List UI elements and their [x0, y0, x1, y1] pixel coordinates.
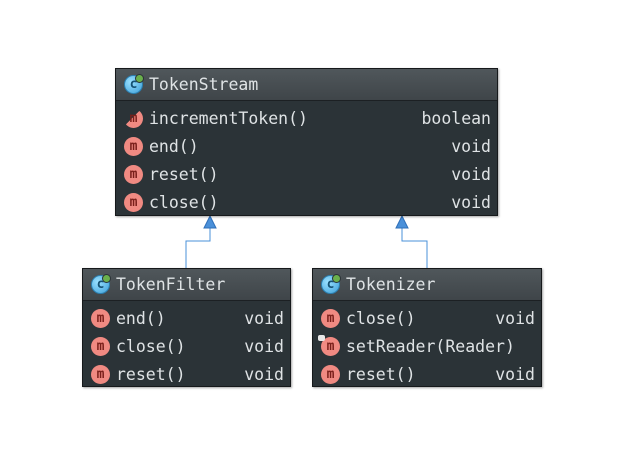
class-title: TokenFilter [116, 275, 226, 294]
method-row[interactable]: m setReader(Reader) [313, 332, 541, 360]
class-header[interactable]: c TokenStream [116, 69, 497, 101]
class-header[interactable]: c TokenFilter [83, 269, 290, 301]
return-type: void [495, 308, 535, 328]
method-row[interactable]: m reset() void [116, 160, 497, 188]
return-type: void [451, 136, 491, 156]
inheritance-arrowhead [203, 214, 217, 229]
locked-method-icon: m [318, 334, 340, 356]
method-icon: m [124, 192, 143, 212]
method-name: end() [149, 136, 199, 156]
edge-tokenfilter-to-tokenstream [185, 214, 217, 268]
method-name: close() [149, 192, 219, 212]
return-type: void [495, 364, 535, 384]
method-row[interactable]: m end() void [116, 132, 497, 160]
return-type: void [451, 192, 491, 212]
return-type: void [244, 308, 284, 328]
method-icon: m [124, 164, 143, 184]
class-title: TokenStream [149, 75, 259, 94]
method-icon: m [321, 364, 340, 384]
method-name: reset() [116, 364, 186, 384]
return-type: void [451, 164, 491, 184]
method-icon: m [321, 308, 340, 328]
method-name: incrementToken() [149, 108, 308, 128]
return-type: void [244, 364, 284, 384]
method-icon: m [124, 136, 143, 156]
class-title: Tokenizer [346, 275, 436, 294]
method-name: close() [116, 336, 186, 356]
method-row[interactable]: m close() void [313, 304, 541, 332]
edge-tokenizer-to-tokenstream [395, 214, 428, 268]
method-name: close() [346, 308, 416, 328]
class-icon: c [91, 274, 111, 294]
method-row[interactable]: m end() void [83, 304, 290, 332]
inheritance-arrowhead [395, 214, 409, 229]
method-row[interactable]: m reset() void [83, 360, 290, 388]
method-icon: m [91, 364, 110, 384]
class-icon: c [321, 274, 341, 294]
class-box-tokenstream[interactable]: c TokenStream m incrementToken() boolean… [115, 68, 498, 216]
return-type: boolean [421, 108, 491, 128]
class-box-tokenfilter[interactable]: c TokenFilter m end() void m close() voi… [82, 268, 291, 387]
method-row[interactable]: m incrementToken() boolean [116, 104, 497, 132]
abstract-method-icon: m [124, 108, 143, 128]
method-row[interactable]: m close() void [83, 332, 290, 360]
class-icon: c [124, 74, 144, 94]
class-box-tokenizer[interactable]: c Tokenizer m close() void m setReader(R… [312, 268, 542, 387]
method-name: reset() [149, 164, 219, 184]
method-name: reset() [346, 364, 416, 384]
return-type: void [244, 336, 284, 356]
method-icon: m [91, 308, 110, 328]
method-name: setReader(Reader) [346, 336, 515, 356]
method-row[interactable]: m reset() void [313, 360, 541, 388]
method-icon: m [91, 336, 110, 356]
method-name: end() [116, 308, 166, 328]
method-row[interactable]: m close() void [116, 188, 497, 216]
class-header[interactable]: c Tokenizer [313, 269, 541, 301]
